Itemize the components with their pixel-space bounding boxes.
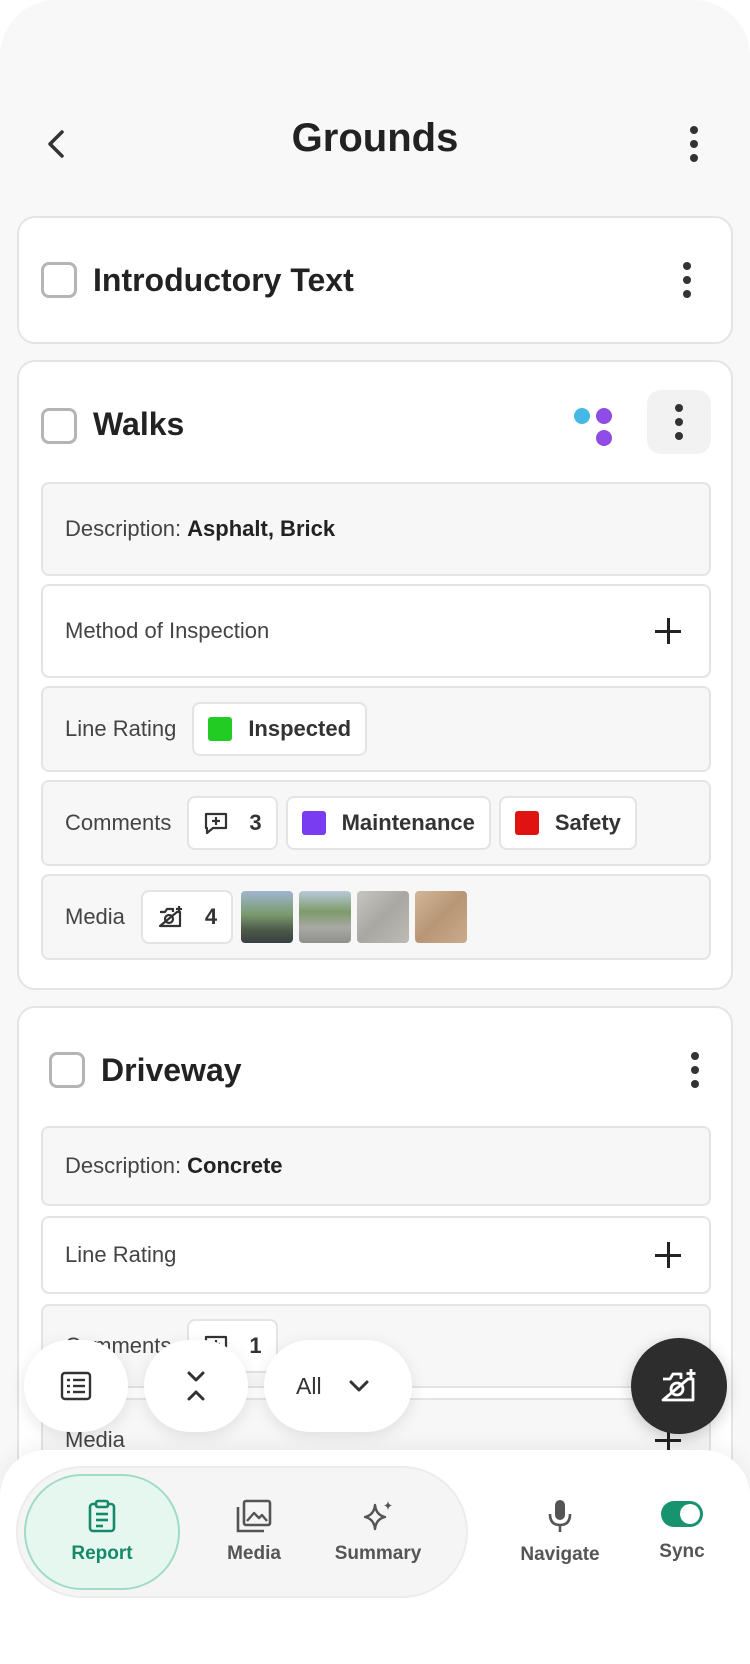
nav-label: Navigate <box>520 1544 600 1565</box>
description-value: Asphalt, Brick <box>187 516 336 541</box>
comments-label: Comments <box>65 810 172 835</box>
section-title: Driveway <box>101 1052 242 1088</box>
media-label: Media <box>65 904 125 929</box>
tag-chip-maintenance[interactable]: Maintenance <box>285 796 491 850</box>
page-title: Grounds <box>291 116 459 160</box>
more-dot <box>690 126 698 134</box>
more-dot <box>683 262 691 270</box>
gallery-icon <box>236 1499 272 1533</box>
add-photo-button[interactable] <box>631 1338 727 1434</box>
section-card-driveway: Driveway Description: Concrete Line Rati… <box>17 1006 733 1526</box>
nav-item-report[interactable]: Report <box>24 1474 180 1590</box>
nav-item-media[interactable]: Media <box>194 1474 314 1590</box>
line-rating-label: Line Rating <box>65 1242 177 1267</box>
add-icon[interactable] <box>655 1242 681 1268</box>
description-row[interactable]: Description: Asphalt, Brick <box>41 482 711 576</box>
status-dots <box>574 404 624 454</box>
list-icon <box>60 1371 92 1401</box>
method-of-inspection-row[interactable]: Method of Inspection <box>41 584 711 678</box>
more-dot <box>675 404 683 412</box>
sync-toggle[interactable] <box>661 1501 703 1527</box>
app-screen: Grounds Introductory Text Walks Descript… <box>0 0 750 1664</box>
section-more-button[interactable] <box>647 390 711 454</box>
tag-label: Maintenance <box>341 810 475 835</box>
section-checkbox[interactable] <box>49 1052 85 1088</box>
nav-item-navigate[interactable]: Navigate <box>500 1474 620 1590</box>
comments-count-chip[interactable]: 3 <box>187 796 278 850</box>
nav-item-sync[interactable]: Sync <box>632 1474 732 1590</box>
media-count: 4 <box>204 904 218 929</box>
description-label: Description: <box>65 1153 182 1178</box>
microphone-icon <box>548 1500 572 1532</box>
more-dot <box>690 140 698 148</box>
section-more-button[interactable] <box>655 248 719 312</box>
nav-label: Summary <box>334 1543 422 1564</box>
line-rating-label: Line Rating <box>65 716 177 741</box>
collapse-all-button[interactable] <box>144 1340 248 1432</box>
more-dot <box>691 1080 699 1088</box>
nav-label: Report <box>71 1543 133 1564</box>
section-more-button[interactable] <box>663 1038 727 1102</box>
status-dot <box>574 408 590 424</box>
line-rating-row[interactable]: Line Rating Inspected <box>41 686 711 772</box>
more-dot <box>683 290 691 298</box>
tag-label: Safety <box>554 810 621 835</box>
section-title: Introductory Text <box>93 262 354 298</box>
more-dot <box>683 276 691 284</box>
sparkle-icon <box>363 1501 392 1531</box>
media-row[interactable]: Media 4 <box>41 874 711 960</box>
line-rating-chip[interactable]: Inspected <box>192 702 368 756</box>
section-title: Walks <box>93 406 185 442</box>
comment-add-icon <box>205 812 228 835</box>
description-value: Concrete <box>187 1153 283 1178</box>
more-dot <box>675 418 683 426</box>
description-label: Description: <box>65 516 182 541</box>
section-checkbox[interactable] <box>41 408 77 444</box>
media-thumbnail[interactable] <box>299 891 352 943</box>
nav-item-summary[interactable]: Summary <box>318 1474 438 1590</box>
more-dot <box>690 154 698 162</box>
add-icon[interactable] <box>655 618 681 644</box>
more-dot <box>675 432 683 440</box>
top-bar: Grounds <box>0 96 750 192</box>
more-dot <box>691 1066 699 1074</box>
chevron-down-icon <box>349 1380 369 1392</box>
media-count-chip[interactable]: 4 <box>140 890 234 944</box>
outline-view-button[interactable] <box>24 1340 128 1432</box>
method-label: Method of Inspection <box>65 618 270 643</box>
line-rating-row[interactable]: Line Rating <box>41 1216 711 1294</box>
media-thumbnail[interactable] <box>415 891 468 943</box>
status-dot <box>596 408 612 424</box>
status-dot <box>596 430 612 446</box>
tag-color-swatch <box>301 811 326 835</box>
nav-label: Media <box>227 1543 281 1564</box>
filter-dropdown[interactable]: All <box>264 1340 412 1432</box>
comments-row[interactable]: Comments 3 Maintenance Safety <box>41 780 711 866</box>
more-dot <box>691 1052 699 1060</box>
clipboard-icon <box>88 1499 116 1533</box>
filter-selected-label: All <box>296 1372 322 1399</box>
tag-color-swatch <box>514 811 539 835</box>
page-more-button[interactable] <box>674 124 714 164</box>
comments-count: 1 <box>249 1333 262 1358</box>
description-row[interactable]: Description: Concrete <box>41 1126 711 1206</box>
media-thumbnail[interactable] <box>241 891 294 943</box>
line-rating-value: Inspected <box>248 716 352 741</box>
nav-label: Sync <box>659 1541 705 1562</box>
media-thumbnail[interactable] <box>357 891 410 943</box>
section-checkbox[interactable] <box>41 262 77 298</box>
bottom-navigation: Report Media Summary Navigate Sync <box>0 1450 750 1664</box>
comments-count: 3 <box>249 810 262 835</box>
tag-chip-safety[interactable]: Safety <box>498 796 637 850</box>
collapse-icon <box>187 1371 205 1401</box>
section-card-introductory-text: Introductory Text <box>17 216 733 344</box>
camera-add-icon <box>158 906 182 928</box>
rating-color-swatch <box>208 717 233 741</box>
section-card-walks: Walks Description: Asphalt, Brick Method… <box>17 360 733 990</box>
camera-add-icon <box>661 1369 696 1402</box>
